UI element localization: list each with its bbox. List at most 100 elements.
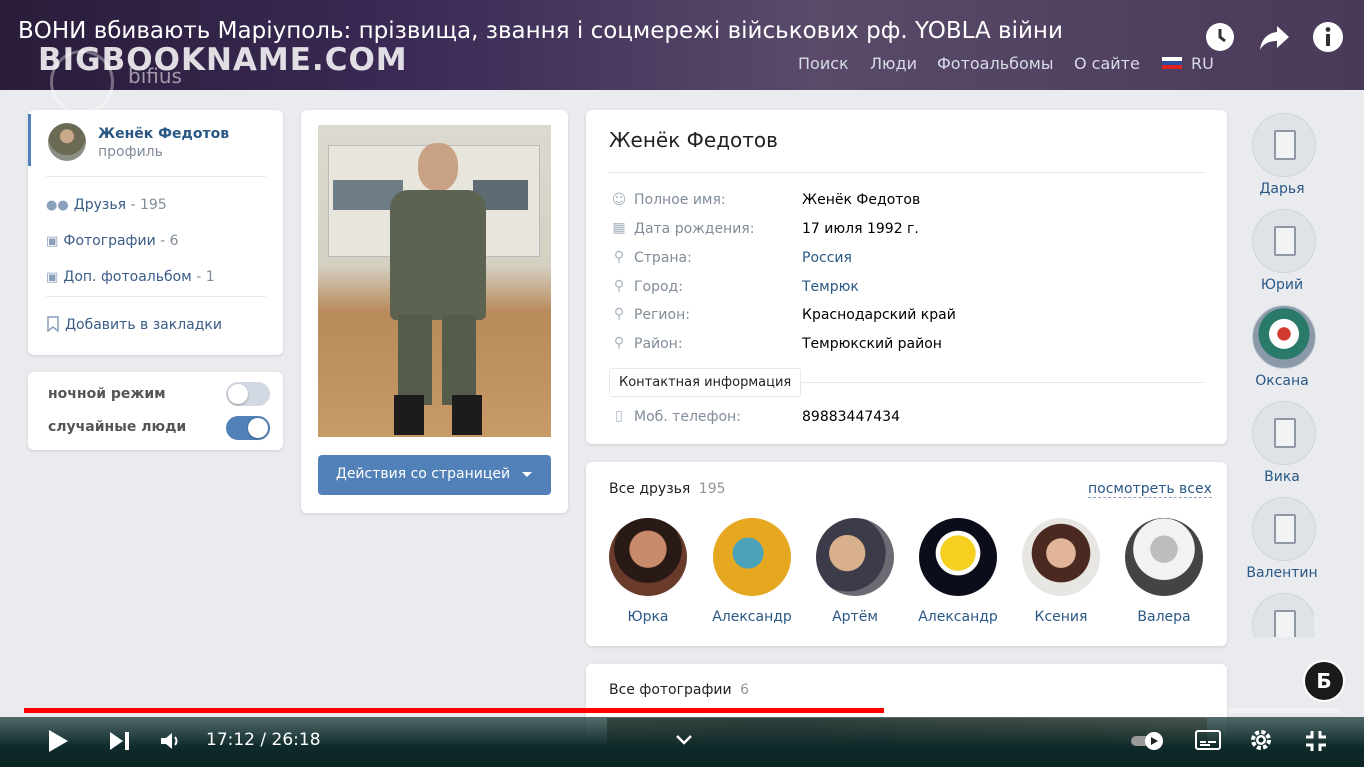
night-mode-toggle[interactable] — [226, 382, 270, 406]
next-icon[interactable] — [109, 731, 131, 755]
friends-icon: ●● — [46, 198, 69, 213]
side-person-name[interactable]: Юрий — [1237, 277, 1327, 293]
nav-search[interactable]: Поиск — [798, 54, 849, 73]
add-bookmark-link[interactable]: Добавить в закладки — [46, 314, 222, 333]
active-indicator — [28, 114, 31, 166]
menu-label: Доп. фотоальбом — [63, 269, 192, 285]
volume-icon[interactable] — [160, 731, 182, 755]
side-person-partial[interactable] — [1252, 593, 1314, 637]
region-value: Краснодарский край — [802, 307, 956, 323]
contact-info-header: Контактная информация — [609, 368, 802, 397]
phone-label: Моб. телефон: — [634, 409, 741, 425]
friend-avatar[interactable] — [1125, 518, 1203, 596]
video-title[interactable]: ВОНИ вбивають Маріуполь: прізвища, званн… — [18, 18, 1063, 44]
divider — [46, 296, 266, 297]
person-avatar-placeholder[interactable] — [1252, 209, 1316, 273]
person-boot — [394, 395, 424, 435]
phone-icon: ▯ — [615, 408, 623, 424]
photos-title: Все фотографии 6 — [609, 682, 749, 698]
divider — [609, 172, 1205, 173]
profile-name-link[interactable]: Женёк Федотов — [98, 126, 229, 142]
site-logo[interactable]: BIGBOOKNAME.COM — [38, 42, 408, 78]
side-person-name[interactable]: Валентин — [1237, 565, 1327, 581]
person-head — [418, 143, 458, 191]
info-icon[interactable] — [1311, 20, 1345, 54]
country-link[interactable]: Россия — [802, 250, 852, 266]
person-avatar-placeholder[interactable] — [1252, 497, 1316, 561]
side-person-name[interactable]: Оксана — [1237, 373, 1327, 389]
gear-icon[interactable] — [1249, 728, 1273, 756]
nav-albums[interactable]: Фотоальбомы — [937, 54, 1054, 73]
friend-name[interactable]: Юрка — [593, 609, 703, 625]
city-link[interactable]: Темрюк — [802, 279, 859, 295]
nav-people[interactable]: Люди — [870, 54, 917, 73]
friend-name[interactable]: Александр — [697, 609, 807, 625]
full-name-value: Женёк Федотов — [802, 192, 921, 208]
city-label: Город: — [634, 279, 683, 295]
autoplay-toggle-icon[interactable] — [1130, 731, 1166, 755]
person-leg — [398, 315, 432, 405]
random-people-toggle[interactable] — [226, 416, 270, 440]
site-logo-sub: bifius — [128, 64, 182, 88]
region-label: Регион: — [634, 307, 690, 323]
profile-photo[interactable] — [318, 125, 551, 437]
friend-avatar[interactable] — [816, 518, 894, 596]
profile-avatar[interactable] — [48, 123, 86, 161]
time-display: 17:12 / 26:18 — [206, 730, 321, 750]
settings-toggles-card: ночной режим случайные люди — [28, 372, 283, 450]
share-icon[interactable] — [1257, 20, 1291, 54]
friend-name[interactable]: Артём — [800, 609, 910, 625]
no-photo-icon — [1274, 610, 1296, 637]
profile-photo-card: Действия со страницей — [301, 110, 568, 513]
menu-item-extra-album[interactable]: ▣ Доп. фотоальбом - 1 — [46, 266, 215, 285]
profile-info-card: Женёк Федотов ☺ Полное имя: Женёк Федото… — [586, 110, 1227, 444]
friend-name[interactable]: Валера — [1109, 609, 1219, 625]
nav-about[interactable]: О сайте — [1074, 54, 1140, 73]
play-icon[interactable] — [46, 729, 70, 757]
friends-title: Все друзья 195 — [609, 481, 726, 497]
person-torso — [390, 190, 486, 320]
bookmark-label: Добавить в закладки — [65, 317, 222, 333]
nav-lang[interactable]: RU — [1191, 54, 1214, 73]
profile-sub-label: профиль — [98, 144, 163, 160]
no-photo-icon — [1274, 514, 1296, 544]
camera-icon: ▣ — [46, 270, 59, 285]
see-all-friends-link[interactable]: посмотреть всех — [1088, 481, 1212, 498]
district-label: Район: — [634, 336, 683, 352]
person-avatar-placeholder[interactable] — [1252, 113, 1316, 177]
no-photo-icon — [1274, 418, 1296, 448]
user-icon: ☺ — [611, 192, 627, 208]
page-actions-button[interactable]: Действия со страницей — [318, 455, 551, 495]
progress-track[interactable] — [24, 708, 1340, 713]
bookmark-icon — [47, 316, 59, 333]
side-person-name[interactable]: Дарья — [1237, 181, 1327, 197]
friend-avatar[interactable] — [713, 518, 791, 596]
random-people-label: случайные люди — [48, 419, 187, 435]
birthdate-value: 17 июля 1992 г. — [802, 221, 919, 237]
photos-count: 6 — [740, 682, 749, 698]
friends-title-label: Все друзья — [609, 481, 691, 497]
night-mode-label: ночной режим — [48, 386, 166, 402]
watch-later-icon[interactable] — [1203, 20, 1237, 54]
friend-name[interactable]: Ксения — [1006, 609, 1116, 625]
chevron-down-icon[interactable] — [675, 731, 693, 750]
chevron-down-icon — [522, 472, 532, 477]
friend-name[interactable]: Александр — [903, 609, 1013, 625]
menu-item-friends[interactable]: ●● Друзья - 195 — [46, 194, 167, 213]
person-avatar[interactable] — [1252, 305, 1316, 369]
friend-avatar[interactable] — [609, 518, 687, 596]
country-label: Страна: — [634, 250, 692, 266]
menu-item-photos[interactable]: ▣ Фотографии - 6 — [46, 230, 179, 249]
photos-title-label: Все фотографии — [609, 682, 732, 698]
exit-fullscreen-icon[interactable] — [1304, 729, 1328, 757]
side-person-name[interactable]: Вика — [1237, 469, 1327, 485]
person-avatar-placeholder[interactable] — [1252, 401, 1316, 465]
channel-watermark[interactable]: Б — [1303, 660, 1345, 702]
progress-played — [24, 708, 884, 713]
friend-avatar[interactable] — [919, 518, 997, 596]
page-actions-label: Действия со страницей — [335, 466, 511, 482]
russia-flag-icon[interactable] — [1162, 57, 1182, 69]
subtitles-icon[interactable] — [1195, 729, 1221, 755]
friend-avatar[interactable] — [1022, 518, 1100, 596]
location-pin-icon: ⚲ — [613, 278, 625, 294]
